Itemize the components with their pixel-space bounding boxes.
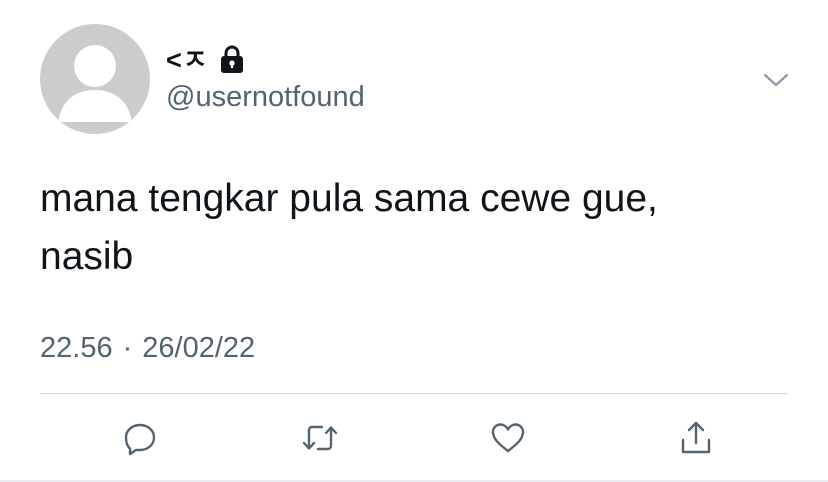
chevron-down-icon xyxy=(763,73,789,87)
heart-icon xyxy=(491,423,525,453)
tweet-timestamp[interactable]: 22.56 · 26/02/22 xyxy=(40,332,255,365)
like-button[interactable] xyxy=(482,412,534,464)
reply-button[interactable] xyxy=(114,412,166,464)
timestamp-separator: · xyxy=(122,332,133,364)
tweet-text: mana tengkar pula sama cewe gue, nasib xyxy=(40,177,658,278)
avatar[interactable] xyxy=(40,24,150,134)
username-handle[interactable]: @usernotfound xyxy=(166,81,365,114)
tweet-time: 22.56 xyxy=(40,332,113,364)
more-options-button[interactable] xyxy=(760,64,792,96)
divider xyxy=(40,393,788,394)
display-name[interactable]: <ㅈ xyxy=(166,46,209,74)
retweet-icon xyxy=(302,425,338,451)
reply-icon xyxy=(124,423,156,456)
tweet-date: 26/02/22 xyxy=(142,332,256,364)
default-avatar-icon xyxy=(58,45,132,122)
retweet-button[interactable] xyxy=(294,412,346,464)
action-bar xyxy=(40,412,788,464)
share-icon xyxy=(681,421,711,454)
author-name-row: <ㅈ xyxy=(166,40,245,80)
share-button[interactable] xyxy=(670,412,722,464)
lock-icon xyxy=(219,45,245,75)
